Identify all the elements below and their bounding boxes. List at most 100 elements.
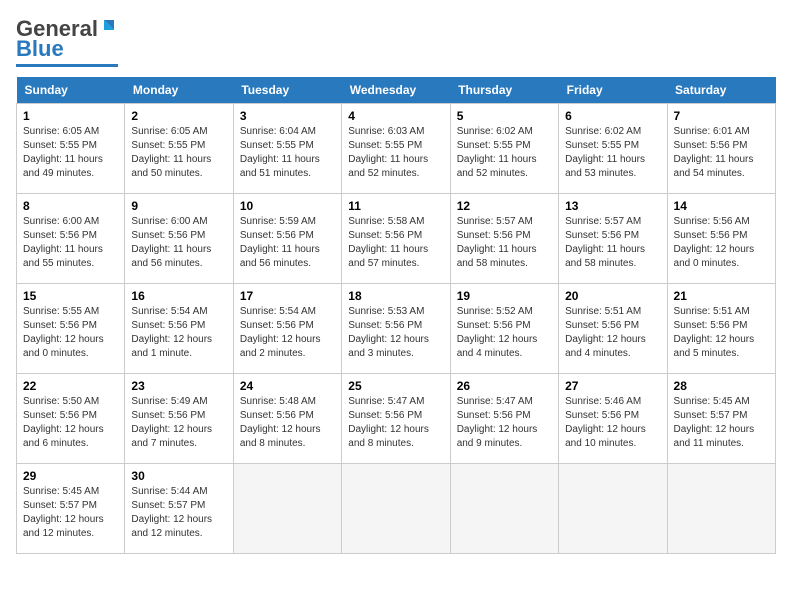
calendar-cell: 5 Sunrise: 6:02 AM Sunset: 5:55 PM Daylig… bbox=[450, 104, 558, 194]
logo-underline bbox=[16, 64, 118, 67]
dow-tuesday: Tuesday bbox=[233, 77, 341, 104]
day-info: Sunrise: 5:54 AM Sunset: 5:56 PM Dayligh… bbox=[131, 305, 226, 361]
day-number: 29 bbox=[23, 469, 118, 483]
calendar-cell: 14 Sunrise: 5:56 AM Sunset: 5:56 PM Dayli… bbox=[667, 194, 775, 284]
day-number: 28 bbox=[674, 379, 769, 393]
day-info: Sunrise: 5:52 AM Sunset: 5:56 PM Dayligh… bbox=[457, 305, 552, 361]
calendar-cell bbox=[667, 464, 775, 554]
day-info: Sunrise: 5:57 AM Sunset: 5:56 PM Dayligh… bbox=[457, 215, 552, 271]
day-number: 12 bbox=[457, 199, 552, 213]
dow-saturday: Saturday bbox=[667, 77, 775, 104]
day-info: Sunrise: 6:01 AM Sunset: 5:56 PM Dayligh… bbox=[674, 125, 769, 181]
day-number: 3 bbox=[240, 109, 335, 123]
day-number: 7 bbox=[674, 109, 769, 123]
dow-sunday: Sunday bbox=[17, 77, 125, 104]
day-number: 9 bbox=[131, 199, 226, 213]
calendar-cell: 20 Sunrise: 5:51 AM Sunset: 5:56 PM Dayli… bbox=[559, 284, 667, 374]
dow-wednesday: Wednesday bbox=[342, 77, 450, 104]
calendar-cell: 16Sunrise: 5:54 AM Sunset: 5:56 PM Dayli… bbox=[125, 284, 233, 374]
calendar-cell bbox=[450, 464, 558, 554]
day-info: Sunrise: 5:59 AM Sunset: 5:56 PM Dayligh… bbox=[240, 215, 335, 271]
calendar-cell: 30 Sunrise: 5:44 AM Sunset: 5:57 PM Dayli… bbox=[125, 464, 233, 554]
day-info: Sunrise: 6:02 AM Sunset: 5:55 PM Dayligh… bbox=[457, 125, 552, 181]
day-number: 14 bbox=[674, 199, 769, 213]
week-row-1: 1 Sunrise: 6:05 AM Sunset: 5:55 PM Daylig… bbox=[17, 104, 776, 194]
day-number: 1 bbox=[23, 109, 118, 123]
day-info: Sunrise: 5:44 AM Sunset: 5:57 PM Dayligh… bbox=[131, 485, 226, 541]
day-info: Sunrise: 5:51 AM Sunset: 5:56 PM Dayligh… bbox=[565, 305, 660, 361]
calendar-cell: 1 Sunrise: 6:05 AM Sunset: 5:55 PM Daylig… bbox=[17, 104, 125, 194]
day-number: 30 bbox=[131, 469, 226, 483]
calendar-cell: 26Sunrise: 5:47 AM Sunset: 5:56 PM Dayli… bbox=[450, 374, 558, 464]
day-info: Sunrise: 5:57 AM Sunset: 5:56 PM Dayligh… bbox=[565, 215, 660, 271]
day-info: Sunrise: 5:53 AM Sunset: 5:56 PM Dayligh… bbox=[348, 305, 443, 361]
calendar-cell: 28 Sunrise: 5:45 AM Sunset: 5:57 PM Dayli… bbox=[667, 374, 775, 464]
day-info: Sunrise: 6:02 AM Sunset: 5:55 PM Dayligh… bbox=[565, 125, 660, 181]
days-of-week-row: SundayMondayTuesdayWednesdayThursdayFrid… bbox=[17, 77, 776, 104]
day-number: 25 bbox=[348, 379, 443, 393]
day-number: 20 bbox=[565, 289, 660, 303]
calendar-cell: 17 Sunrise: 5:54 AM Sunset: 5:56 PM Dayli… bbox=[233, 284, 341, 374]
calendar-cell: 22 Sunrise: 5:50 AM Sunset: 5:56 PM Dayli… bbox=[17, 374, 125, 464]
day-info: Sunrise: 5:58 AM Sunset: 5:56 PM Dayligh… bbox=[348, 215, 443, 271]
day-info: Sunrise: 5:54 AM Sunset: 5:56 PM Dayligh… bbox=[240, 305, 335, 361]
day-number: 19 bbox=[457, 289, 552, 303]
day-number: 13 bbox=[565, 199, 660, 213]
calendar-cell: 13 Sunrise: 5:57 AM Sunset: 5:56 PM Dayli… bbox=[559, 194, 667, 284]
logo-blue-text: Blue bbox=[16, 36, 64, 61]
day-info: Sunrise: 5:50 AM Sunset: 5:56 PM Dayligh… bbox=[23, 395, 118, 451]
dow-thursday: Thursday bbox=[450, 77, 558, 104]
day-number: 22 bbox=[23, 379, 118, 393]
day-info: Sunrise: 6:03 AM Sunset: 5:55 PM Dayligh… bbox=[348, 125, 443, 181]
calendar-cell: 12 Sunrise: 5:57 AM Sunset: 5:56 PM Dayli… bbox=[450, 194, 558, 284]
calendar-cell bbox=[559, 464, 667, 554]
day-number: 17 bbox=[240, 289, 335, 303]
week-row-3: 15 Sunrise: 5:55 AM Sunset: 5:56 PM Dayli… bbox=[17, 284, 776, 374]
calendar-cell: 9 Sunrise: 6:00 AM Sunset: 5:56 PM Daylig… bbox=[125, 194, 233, 284]
dow-friday: Friday bbox=[559, 77, 667, 104]
calendar-cell bbox=[233, 464, 341, 554]
day-info: Sunrise: 5:55 AM Sunset: 5:56 PM Dayligh… bbox=[23, 305, 118, 361]
calendar-cell: 8Sunrise: 6:00 AM Sunset: 5:56 PM Daylig… bbox=[17, 194, 125, 284]
logo-chevron-icon bbox=[100, 18, 118, 36]
day-number: 4 bbox=[348, 109, 443, 123]
dow-monday: Monday bbox=[125, 77, 233, 104]
calendar-body: 1 Sunrise: 6:05 AM Sunset: 5:55 PM Daylig… bbox=[17, 104, 776, 554]
calendar-cell: 25 Sunrise: 5:47 AM Sunset: 5:56 PM Dayli… bbox=[342, 374, 450, 464]
week-row-2: 8 Sunrise: 6:00 AM Sunset: 5:56 PM Daylig… bbox=[17, 194, 776, 284]
day-info: Sunrise: 5:47 AM Sunset: 5:56 PM Dayligh… bbox=[348, 395, 443, 451]
calendar-cell: 21Sunrise: 5:51 AM Sunset: 5:56 PM Dayli… bbox=[667, 284, 775, 374]
day-number: 6 bbox=[565, 109, 660, 123]
day-number: 11 bbox=[348, 199, 443, 213]
day-info: Sunrise: 5:56 AM Sunset: 5:56 PM Dayligh… bbox=[674, 215, 769, 271]
calendar-cell: 6 Sunrise: 6:02 AM Sunset: 5:55 PM Daylig… bbox=[559, 104, 667, 194]
calendar-cell bbox=[342, 464, 450, 554]
day-info: Sunrise: 5:45 AM Sunset: 5:57 PM Dayligh… bbox=[674, 395, 769, 451]
day-number: 5 bbox=[457, 109, 552, 123]
day-info: Sunrise: 5:48 AM Sunset: 5:56 PM Dayligh… bbox=[240, 395, 335, 451]
day-number: 21 bbox=[674, 289, 769, 303]
day-info: Sunrise: 6:05 AM Sunset: 5:55 PM Dayligh… bbox=[131, 125, 226, 181]
week-row-5: 29Sunrise: 5:45 AM Sunset: 5:57 PM Dayli… bbox=[17, 464, 776, 554]
calendar-cell: 27Sunrise: 5:46 AM Sunset: 5:56 PM Dayli… bbox=[559, 374, 667, 464]
week-row-4: 22 Sunrise: 5:50 AM Sunset: 5:56 PM Dayli… bbox=[17, 374, 776, 464]
page-header: General Blue bbox=[16, 16, 776, 67]
day-number: 18 bbox=[348, 289, 443, 303]
calendar-cell: 7 Sunrise: 6:01 AM Sunset: 5:56 PM Daylig… bbox=[667, 104, 775, 194]
calendar-cell: 18 Sunrise: 5:53 AM Sunset: 5:56 PM Dayli… bbox=[342, 284, 450, 374]
day-number: 23 bbox=[131, 379, 226, 393]
calendar-cell: 19 Sunrise: 5:52 AM Sunset: 5:56 PM Dayli… bbox=[450, 284, 558, 374]
calendar-cell: 24 Sunrise: 5:48 AM Sunset: 5:56 PM Dayli… bbox=[233, 374, 341, 464]
day-info: Sunrise: 6:00 AM Sunset: 5:56 PM Dayligh… bbox=[131, 215, 226, 271]
day-number: 24 bbox=[240, 379, 335, 393]
day-number: 15 bbox=[23, 289, 118, 303]
day-number: 27 bbox=[565, 379, 660, 393]
day-number: 2 bbox=[131, 109, 226, 123]
calendar-cell: 11 Sunrise: 5:58 AM Sunset: 5:56 PM Dayli… bbox=[342, 194, 450, 284]
logo: General Blue bbox=[16, 16, 118, 67]
calendar-cell: 15 Sunrise: 5:55 AM Sunset: 5:56 PM Dayli… bbox=[17, 284, 125, 374]
day-info: Sunrise: 6:05 AM Sunset: 5:55 PM Dayligh… bbox=[23, 125, 118, 181]
calendar-cell: 2 Sunrise: 6:05 AM Sunset: 5:55 PM Daylig… bbox=[125, 104, 233, 194]
day-info: Sunrise: 5:47 AM Sunset: 5:56 PM Dayligh… bbox=[457, 395, 552, 451]
day-number: 8 bbox=[23, 199, 118, 213]
